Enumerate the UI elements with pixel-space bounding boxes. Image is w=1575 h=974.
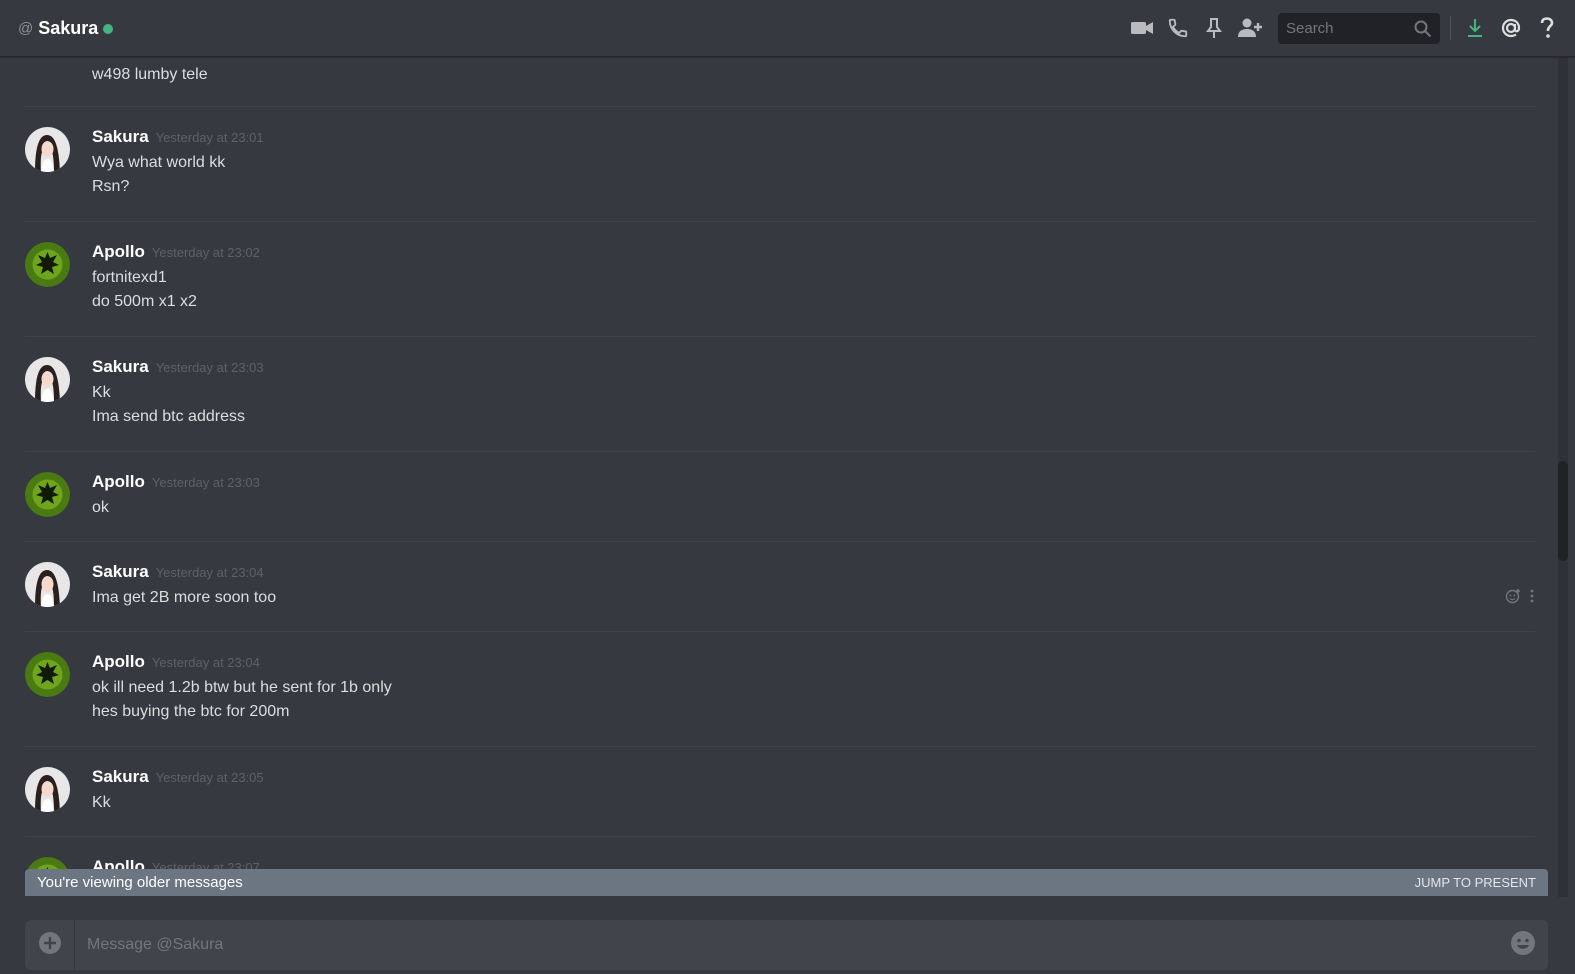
avatar[interactable]: [25, 767, 70, 812]
timestamp: Yesterday at 23:04: [151, 655, 260, 670]
search-input[interactable]: [1278, 18, 1398, 38]
emoji-icon: [1510, 930, 1536, 961]
search-box[interactable]: [1278, 12, 1440, 44]
message-line: Ima send btc address: [92, 408, 245, 425]
username[interactable]: Apollo: [92, 472, 145, 492]
message-group: Apollo Yesterday at 23:07: [25, 837, 1535, 869]
message-group: Sakura Yesterday at 23:01 Wya what world…: [25, 107, 1535, 222]
message-group: Apollo Yesterday at 23:02 fortnitexd1 do…: [25, 222, 1535, 337]
username[interactable]: Apollo: [92, 857, 145, 869]
message-body: Apollo Yesterday at 23:04 ok ill need 1.…: [92, 652, 392, 724]
message-line: ok ill need 1.2b btw but he sent for 1b …: [92, 679, 392, 696]
message-hover-actions: [1505, 588, 1535, 609]
message-line: Ima get 2B more soon too: [92, 589, 277, 606]
voice-call-icon[interactable]: [1164, 14, 1192, 42]
message-line: Kk: [92, 384, 111, 401]
page-title: Sakura: [38, 17, 99, 38]
message-group: Sakura Yesterday at 23:05 Kk: [25, 747, 1535, 837]
message-group: Sakura Yesterday at 23:03 Kk Ima send bt…: [25, 337, 1535, 452]
mention-icon[interactable]: [1497, 14, 1525, 42]
more-icon[interactable]: [1529, 588, 1535, 609]
download-icon[interactable]: [1461, 14, 1489, 42]
message-line: hes buying the btc for 200m: [92, 703, 290, 720]
timestamp: Yesterday at 23:05: [155, 770, 264, 785]
message-composer: [25, 920, 1548, 970]
channel-header: @ Sakura: [0, 0, 1575, 57]
at-symbol: @: [18, 19, 34, 37]
message-list[interactable]: w498 lumby tele Sakura Yesterday at 23:0…: [0, 57, 1558, 869]
message-body: Sakura Yesterday at 23:05 Kk: [92, 767, 264, 815]
username[interactable]: Sakura: [92, 562, 149, 582]
online-status-dot: [103, 23, 114, 34]
message-group: Apollo Yesterday at 23:03 ok: [25, 452, 1535, 542]
header-toolbar: [1128, 0, 1575, 56]
older-messages-text: You're viewing older messages: [37, 874, 243, 891]
message-line: Wya what world kk: [92, 154, 226, 171]
attach-button[interactable]: [25, 920, 75, 970]
emoji-button[interactable]: [1498, 920, 1548, 970]
avatar[interactable]: [25, 652, 70, 697]
avatar[interactable]: [25, 857, 70, 869]
timestamp: Yesterday at 23:07: [151, 860, 260, 869]
avatar[interactable]: [25, 472, 70, 517]
message-line: Rsn?: [92, 178, 130, 195]
message-body: Apollo Yesterday at 23:02 fortnitexd1 do…: [92, 242, 260, 314]
add-friend-icon[interactable]: [1236, 14, 1264, 42]
message-body: Sakura Yesterday at 23:04 Ima get 2B mor…: [92, 562, 276, 610]
timestamp: Yesterday at 23:04: [155, 565, 264, 580]
message-line: do 500m x1 x2: [92, 293, 197, 310]
message-line: ok: [92, 499, 109, 516]
timestamp: Yesterday at 23:03: [151, 475, 260, 490]
message-line: w498 lumby tele: [92, 66, 208, 83]
message-body: Sakura Yesterday at 23:03 Kk Ima send bt…: [92, 357, 264, 429]
message-input[interactable]: [75, 935, 1498, 955]
message-body: w498 lumby tele: [92, 63, 208, 87]
message-body: Apollo Yesterday at 23:07: [92, 857, 260, 869]
message-line: fortnitexd1: [92, 269, 167, 286]
avatar[interactable]: [25, 242, 70, 287]
username[interactable]: Apollo: [92, 652, 145, 672]
message-body: Apollo Yesterday at 23:03 ok: [92, 472, 260, 520]
toolbar-divider: [1450, 16, 1451, 40]
avatar[interactable]: [25, 357, 70, 402]
username[interactable]: Sakura: [92, 127, 149, 147]
username[interactable]: Apollo: [92, 242, 145, 262]
avatar[interactable]: [25, 127, 70, 172]
message-body: Sakura Yesterday at 23:01 Wya what world…: [92, 127, 264, 199]
message-line: Kk: [92, 794, 111, 811]
timestamp: Yesterday at 23:02: [151, 245, 260, 260]
attach-icon: [38, 931, 62, 960]
help-icon[interactable]: [1533, 14, 1561, 42]
search-icon: [1414, 20, 1432, 43]
username[interactable]: Sakura: [92, 357, 149, 377]
pin-icon[interactable]: [1200, 14, 1228, 42]
avatar[interactable]: [25, 562, 70, 607]
jump-to-present-button[interactable]: JUMP TO PRESENT: [1415, 875, 1536, 890]
timestamp: Yesterday at 23:01: [155, 130, 264, 145]
add-reaction-icon[interactable]: [1505, 588, 1521, 609]
username[interactable]: Sakura: [92, 767, 149, 787]
message-group: w498 lumby tele: [25, 57, 1535, 107]
older-messages-bar: You're viewing older messages JUMP TO PR…: [25, 869, 1548, 896]
timestamp: Yesterday at 23:03: [155, 360, 264, 375]
message-group: Sakura Yesterday at 23:04 Ima get 2B mor…: [25, 542, 1535, 632]
message-group: Apollo Yesterday at 23:04 ok ill need 1.…: [25, 632, 1535, 747]
video-call-icon[interactable]: [1128, 14, 1156, 42]
scrollbar-thumb[interactable]: [1558, 461, 1568, 561]
